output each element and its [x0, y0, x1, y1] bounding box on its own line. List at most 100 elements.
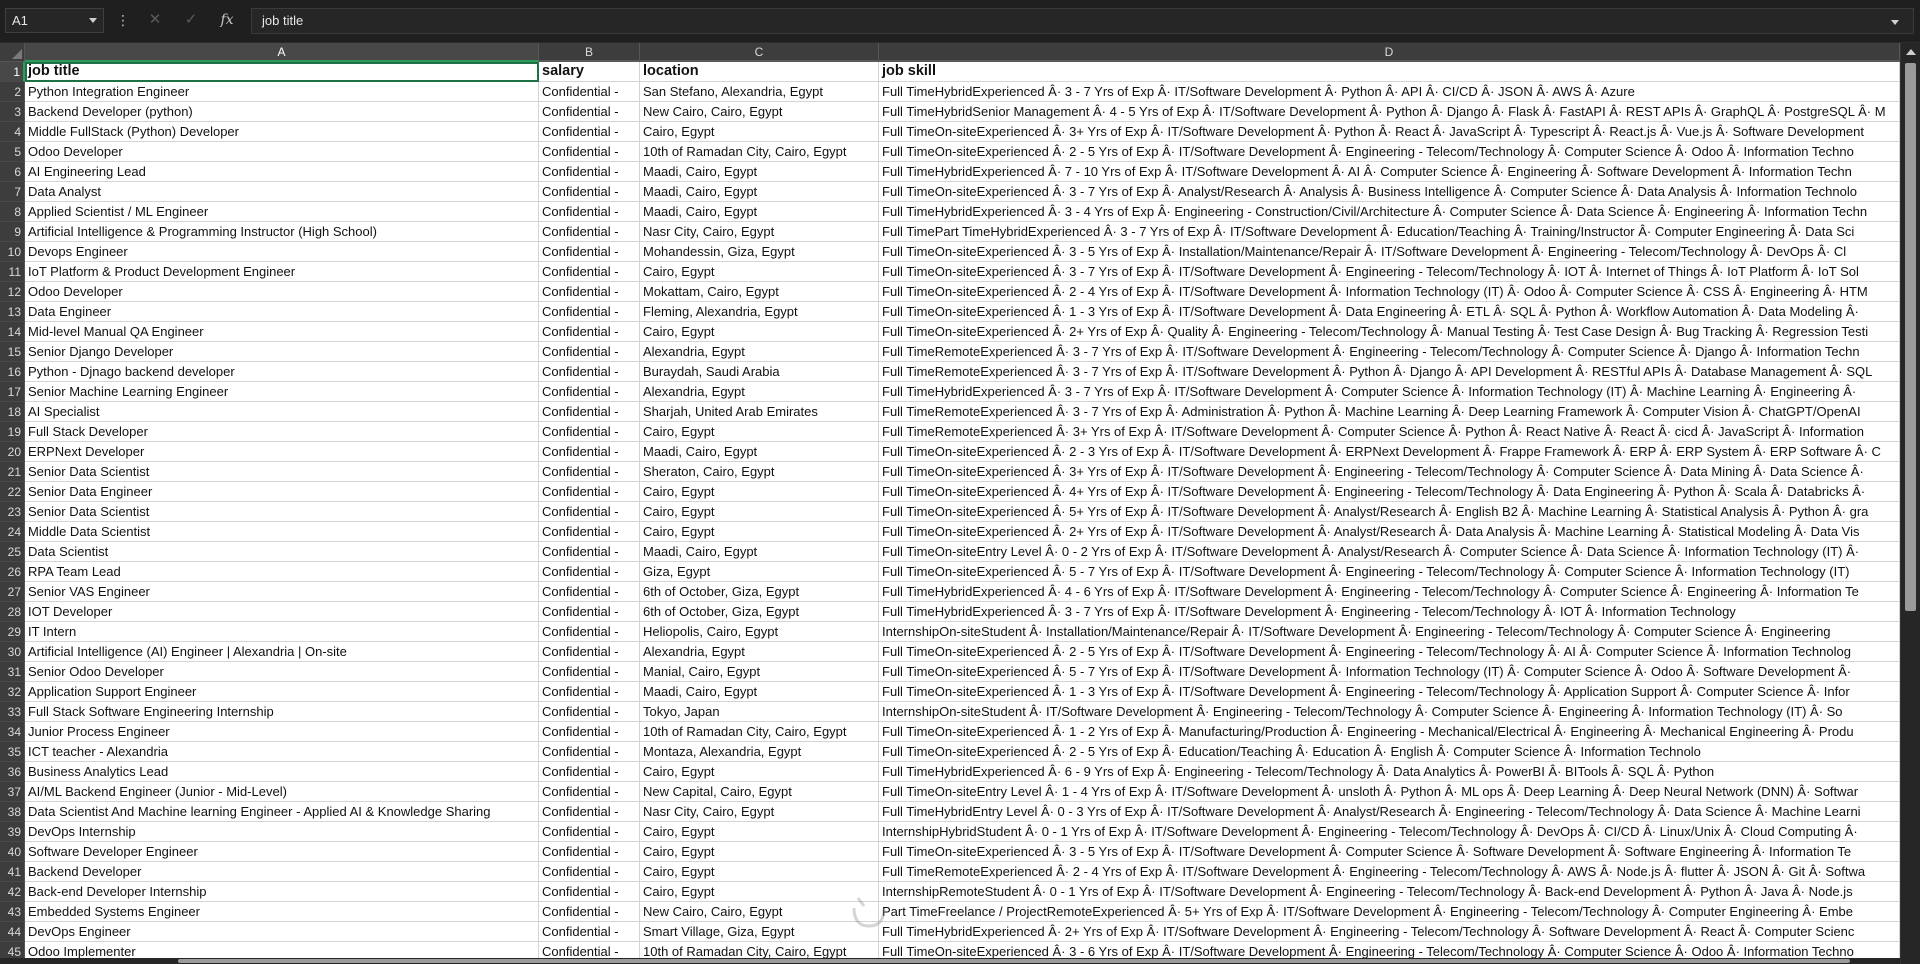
- cell-location[interactable]: Manial, Cairo, Egypt: [640, 662, 879, 682]
- cell-salary[interactable]: Confidential -: [539, 882, 640, 902]
- cell-job-skill[interactable]: Full TimeOn-siteExperienced Â· 5 - 7 Yrs…: [879, 562, 1900, 582]
- name-box[interactable]: A1: [5, 8, 104, 33]
- cell-location[interactable]: 10th of Ramadan City, Cairo, Egypt: [640, 142, 879, 162]
- cell-location[interactable]: Buraydah, Saudi Arabia: [640, 362, 879, 382]
- row-header[interactable]: 41: [0, 862, 25, 882]
- cell-job-skill[interactable]: Full TimeHybridExperienced Â· 3 - 7 Yrs …: [879, 602, 1900, 622]
- cell-salary[interactable]: Confidential -: [539, 422, 640, 442]
- row-header[interactable]: 39: [0, 822, 25, 842]
- cell-job-skill[interactable]: Full TimeRemoteExperienced Â· 3 - 7 Yrs …: [879, 362, 1900, 382]
- cell-location[interactable]: Maadi, Cairo, Egypt: [640, 182, 879, 202]
- cell-salary[interactable]: Confidential -: [539, 242, 640, 262]
- row-header[interactable]: 10: [0, 242, 25, 262]
- cell-location[interactable]: Nasr City, Cairo, Egypt: [640, 802, 879, 822]
- row-header[interactable]: 3: [0, 102, 25, 122]
- cell-job-title[interactable]: Business Analytics Lead: [25, 762, 539, 782]
- row-header[interactable]: 21: [0, 462, 25, 482]
- cell-job-skill[interactable]: Full TimePart TimeHybridExperienced Â· 3…: [879, 222, 1900, 242]
- cell-location[interactable]: 6th of October, Giza, Egypt: [640, 602, 879, 622]
- vertical-scrollbar[interactable]: [1900, 43, 1920, 964]
- cell-salary[interactable]: Confidential -: [539, 562, 640, 582]
- cell-salary[interactable]: Confidential -: [539, 122, 640, 142]
- cell-location[interactable]: New Cairo, Cairo, Egypt: [640, 902, 879, 922]
- cell-job-title[interactable]: Software Developer Engineer: [25, 842, 539, 862]
- cell-location[interactable]: Tokyo, Japan: [640, 702, 879, 722]
- cell-job-title[interactable]: Data Engineer: [25, 302, 539, 322]
- cell-location[interactable]: Cairo, Egypt: [640, 842, 879, 862]
- cell-salary[interactable]: Confidential -: [539, 682, 640, 702]
- cell-salary[interactable]: Confidential -: [539, 202, 640, 222]
- row-header[interactable]: 33: [0, 702, 25, 722]
- row-header[interactable]: 35: [0, 742, 25, 762]
- cell-location[interactable]: Cairo, Egypt: [640, 822, 879, 842]
- column-header-c[interactable]: C: [640, 43, 879, 62]
- cell-job-title[interactable]: Back-end Developer Internship: [25, 882, 539, 902]
- cell-job-title[interactable]: Middle FullStack (Python) Developer: [25, 122, 539, 142]
- cell-job-skill[interactable]: Full TimeOn-siteExperienced Â· 2+ Yrs of…: [879, 322, 1900, 342]
- cell-location[interactable]: New Capital, Cairo, Egypt: [640, 782, 879, 802]
- row-header[interactable]: 29: [0, 622, 25, 642]
- row-header[interactable]: 13: [0, 302, 25, 322]
- cell-salary[interactable]: Confidential -: [539, 742, 640, 762]
- row-header[interactable]: 44: [0, 922, 25, 942]
- cell-salary[interactable]: Confidential -: [539, 402, 640, 422]
- cell-salary[interactable]: Confidential -: [539, 82, 640, 102]
- cell-salary[interactable]: Confidential -: [539, 302, 640, 322]
- cell-job-skill[interactable]: Full TimeOn-siteExperienced Â· 2 - 5 Yrs…: [879, 742, 1900, 762]
- cell-location[interactable]: Giza, Egypt: [640, 562, 879, 582]
- cell-salary[interactable]: Confidential -: [539, 922, 640, 942]
- cell-salary[interactable]: Confidential -: [539, 442, 640, 462]
- cell-job-skill[interactable]: InternshipRemoteStudent Â· 0 - 1 Yrs of …: [879, 882, 1900, 902]
- cell-job-skill[interactable]: Full TimeOn-siteExperienced Â· 4+ Yrs of…: [879, 482, 1900, 502]
- cell-salary[interactable]: Confidential -: [539, 462, 640, 482]
- cell-job-title[interactable]: Python Integration Engineer: [25, 82, 539, 102]
- cell-salary[interactable]: Confidential -: [539, 842, 640, 862]
- cell-job-skill[interactable]: Full TimeHybridExperienced Â· 3 - 7 Yrs …: [879, 382, 1900, 402]
- cell-location[interactable]: Cairo, Egypt: [640, 522, 879, 542]
- cell-c1[interactable]: location: [640, 62, 879, 82]
- cell-job-title[interactable]: DevOps Internship: [25, 822, 539, 842]
- cell-job-title[interactable]: Full Stack Software Engineering Internsh…: [25, 702, 539, 722]
- row-header[interactable]: 40: [0, 842, 25, 862]
- row-header[interactable]: 42: [0, 882, 25, 902]
- row-header[interactable]: 2: [0, 82, 25, 102]
- cell-job-title[interactable]: IT Intern: [25, 622, 539, 642]
- row-header[interactable]: 30: [0, 642, 25, 662]
- cell-job-skill[interactable]: Full TimeHybridExperienced Â· 3 - 7 Yrs …: [879, 82, 1900, 102]
- scroll-up-icon[interactable]: [1906, 49, 1916, 55]
- cell-salary[interactable]: Confidential -: [539, 182, 640, 202]
- row-header[interactable]: 20: [0, 442, 25, 462]
- cell-job-skill[interactable]: Full TimeHybridExperienced Â· 4 - 6 Yrs …: [879, 582, 1900, 602]
- cell-location[interactable]: Cairo, Egypt: [640, 762, 879, 782]
- cell-job-title[interactable]: Senior Data Scientist: [25, 502, 539, 522]
- row-header[interactable]: 43: [0, 902, 25, 922]
- cell-salary[interactable]: Confidential -: [539, 542, 640, 562]
- cell-salary[interactable]: Confidential -: [539, 322, 640, 342]
- cell-job-skill[interactable]: InternshipOn-siteStudent Â· Installation…: [879, 622, 1900, 642]
- cell-location[interactable]: Alexandria, Egypt: [640, 342, 879, 362]
- cell-location[interactable]: Mohandessin, Giza, Egypt: [640, 242, 879, 262]
- cell-location[interactable]: Maadi, Cairo, Egypt: [640, 682, 879, 702]
- row-header[interactable]: 19: [0, 422, 25, 442]
- row-header[interactable]: 32: [0, 682, 25, 702]
- cell-job-title[interactable]: AI Engineering Lead: [25, 162, 539, 182]
- cell-salary[interactable]: Confidential -: [539, 102, 640, 122]
- cell-job-title[interactable]: Full Stack Developer: [25, 422, 539, 442]
- row-header[interactable]: 5: [0, 142, 25, 162]
- cell-job-skill[interactable]: Full TimeOn-siteExperienced Â· 3 - 7 Yrs…: [879, 182, 1900, 202]
- row-header[interactable]: 15: [0, 342, 25, 362]
- cell-location[interactable]: Cairo, Egypt: [640, 482, 879, 502]
- column-header-b[interactable]: B: [539, 43, 640, 62]
- row-header[interactable]: 25: [0, 542, 25, 562]
- row-header[interactable]: 11: [0, 262, 25, 282]
- row-header[interactable]: 34: [0, 722, 25, 742]
- cell-job-skill[interactable]: Full TimeHybridExperienced Â· 3 - 4 Yrs …: [879, 202, 1900, 222]
- row-header[interactable]: 18: [0, 402, 25, 422]
- cell-salary[interactable]: Confidential -: [539, 502, 640, 522]
- cell-job-title[interactable]: Embedded Systems Engineer: [25, 902, 539, 922]
- cell-location[interactable]: Cairo, Egypt: [640, 882, 879, 902]
- column-header-d[interactable]: D: [879, 43, 1900, 62]
- cancel-icon[interactable]: ✕: [141, 9, 169, 31]
- cell-job-title[interactable]: Data Scientist: [25, 542, 539, 562]
- cell-job-title[interactable]: Data Scientist And Machine learning Engi…: [25, 802, 539, 822]
